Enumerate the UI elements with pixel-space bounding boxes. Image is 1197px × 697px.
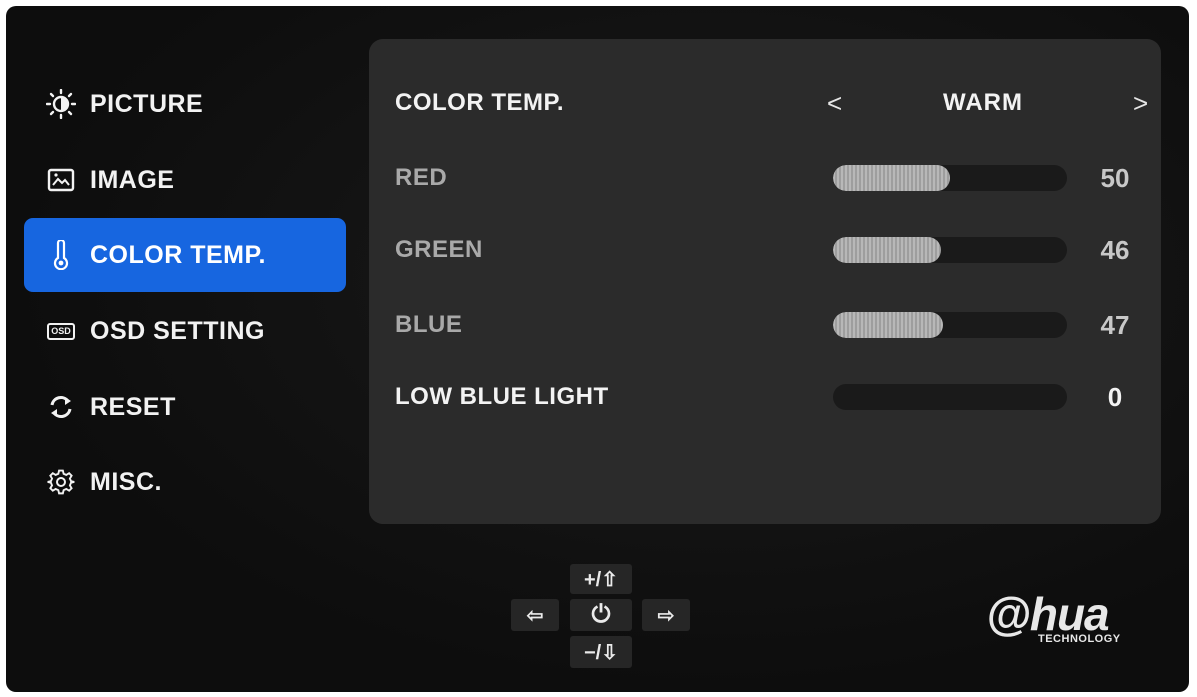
slider-track[interactable] (833, 165, 1067, 191)
left-enter-button[interactable]: ⇦ (511, 599, 559, 631)
sidebar-item-picture[interactable]: PICTURE (24, 66, 346, 142)
sidebar-item-image[interactable]: IMAGE (24, 142, 346, 218)
slider-track[interactable] (833, 312, 1067, 338)
sidebar-item-label: OSD SETTING (90, 316, 265, 345)
slider-value: 46 (1100, 234, 1130, 265)
slider-row-low-blue-light[interactable]: LOW BLUE LIGHT 0 (395, 377, 1135, 417)
color-temp-row[interactable]: COLOR TEMP. < WARM > (395, 83, 1148, 123)
sidebar-item-label: IMAGE (90, 165, 175, 194)
next-arrow-icon[interactable]: > (1133, 88, 1148, 119)
thermometer-icon (46, 240, 76, 270)
slider-fill (833, 237, 941, 263)
sidebar-item-label: RESET (90, 392, 176, 421)
prev-arrow-icon[interactable]: < (827, 88, 842, 119)
sidebar-item-label: PICTURE (90, 89, 204, 118)
slider-label: RED (395, 164, 448, 191)
up-plus-button[interactable]: +/⇧ (570, 564, 632, 594)
logo-main-text: @hua (986, 588, 1110, 640)
slider-label: GREEN (395, 236, 483, 263)
slider-row-blue[interactable]: BLUE 47 (395, 305, 1135, 345)
image-icon (46, 165, 76, 195)
slider-label: BLUE (395, 311, 463, 338)
sidebar-menu: PICTURE IMAGE COLOR TEMP. OSD OSD SETTIN… (24, 66, 346, 520)
color-temp-value: WARM (943, 89, 1023, 116)
sidebar-item-reset[interactable]: RESET (24, 370, 346, 444)
osd-screen: PICTURE IMAGE COLOR TEMP. OSD OSD SETTIN… (6, 6, 1189, 692)
slider-row-green[interactable]: GREEN 46 (395, 230, 1135, 270)
osd-icon-text: OSD (47, 322, 75, 340)
brand-logo: @hua TECHNOLOGY (986, 588, 1120, 645)
sidebar-item-misc[interactable]: MISC. (24, 444, 346, 520)
brightness-icon (46, 89, 76, 119)
logo-sub-text: TECHNOLOGY (1038, 633, 1121, 645)
slider-track[interactable] (833, 384, 1067, 410)
slider-value: 50 (1100, 162, 1130, 193)
settings-panel: COLOR TEMP. < WARM > RED 50 GREEN 46 BLU… (369, 39, 1161, 524)
slider-label: LOW BLUE LIGHT (395, 383, 609, 410)
color-temp-label: COLOR TEMP. (395, 89, 565, 116)
sidebar-item-osd-setting[interactable]: OSD OSD SETTING (24, 292, 346, 370)
sidebar-item-color-temp[interactable]: COLOR TEMP. (24, 218, 346, 292)
sidebar-item-label: MISC. (90, 467, 162, 496)
slider-row-red[interactable]: RED 50 (395, 158, 1135, 198)
right-exit-button[interactable]: ⇨ (642, 599, 690, 631)
control-pad: +/⇧ ⇦ ⏻ ⇨ −/⇩ (501, 561, 701, 681)
slider-fill (833, 312, 943, 338)
sidebar-item-label: COLOR TEMP. (90, 240, 266, 269)
gear-icon (46, 467, 76, 497)
osd-icon: OSD (46, 316, 76, 346)
down-minus-button[interactable]: −/⇩ (570, 636, 632, 668)
slider-track[interactable] (833, 237, 1067, 263)
slider-value: 47 (1100, 309, 1130, 340)
slider-value: 0 (1107, 381, 1123, 412)
slider-fill (833, 165, 950, 191)
reset-icon (46, 392, 76, 422)
power-button[interactable]: ⏻ (570, 599, 632, 631)
